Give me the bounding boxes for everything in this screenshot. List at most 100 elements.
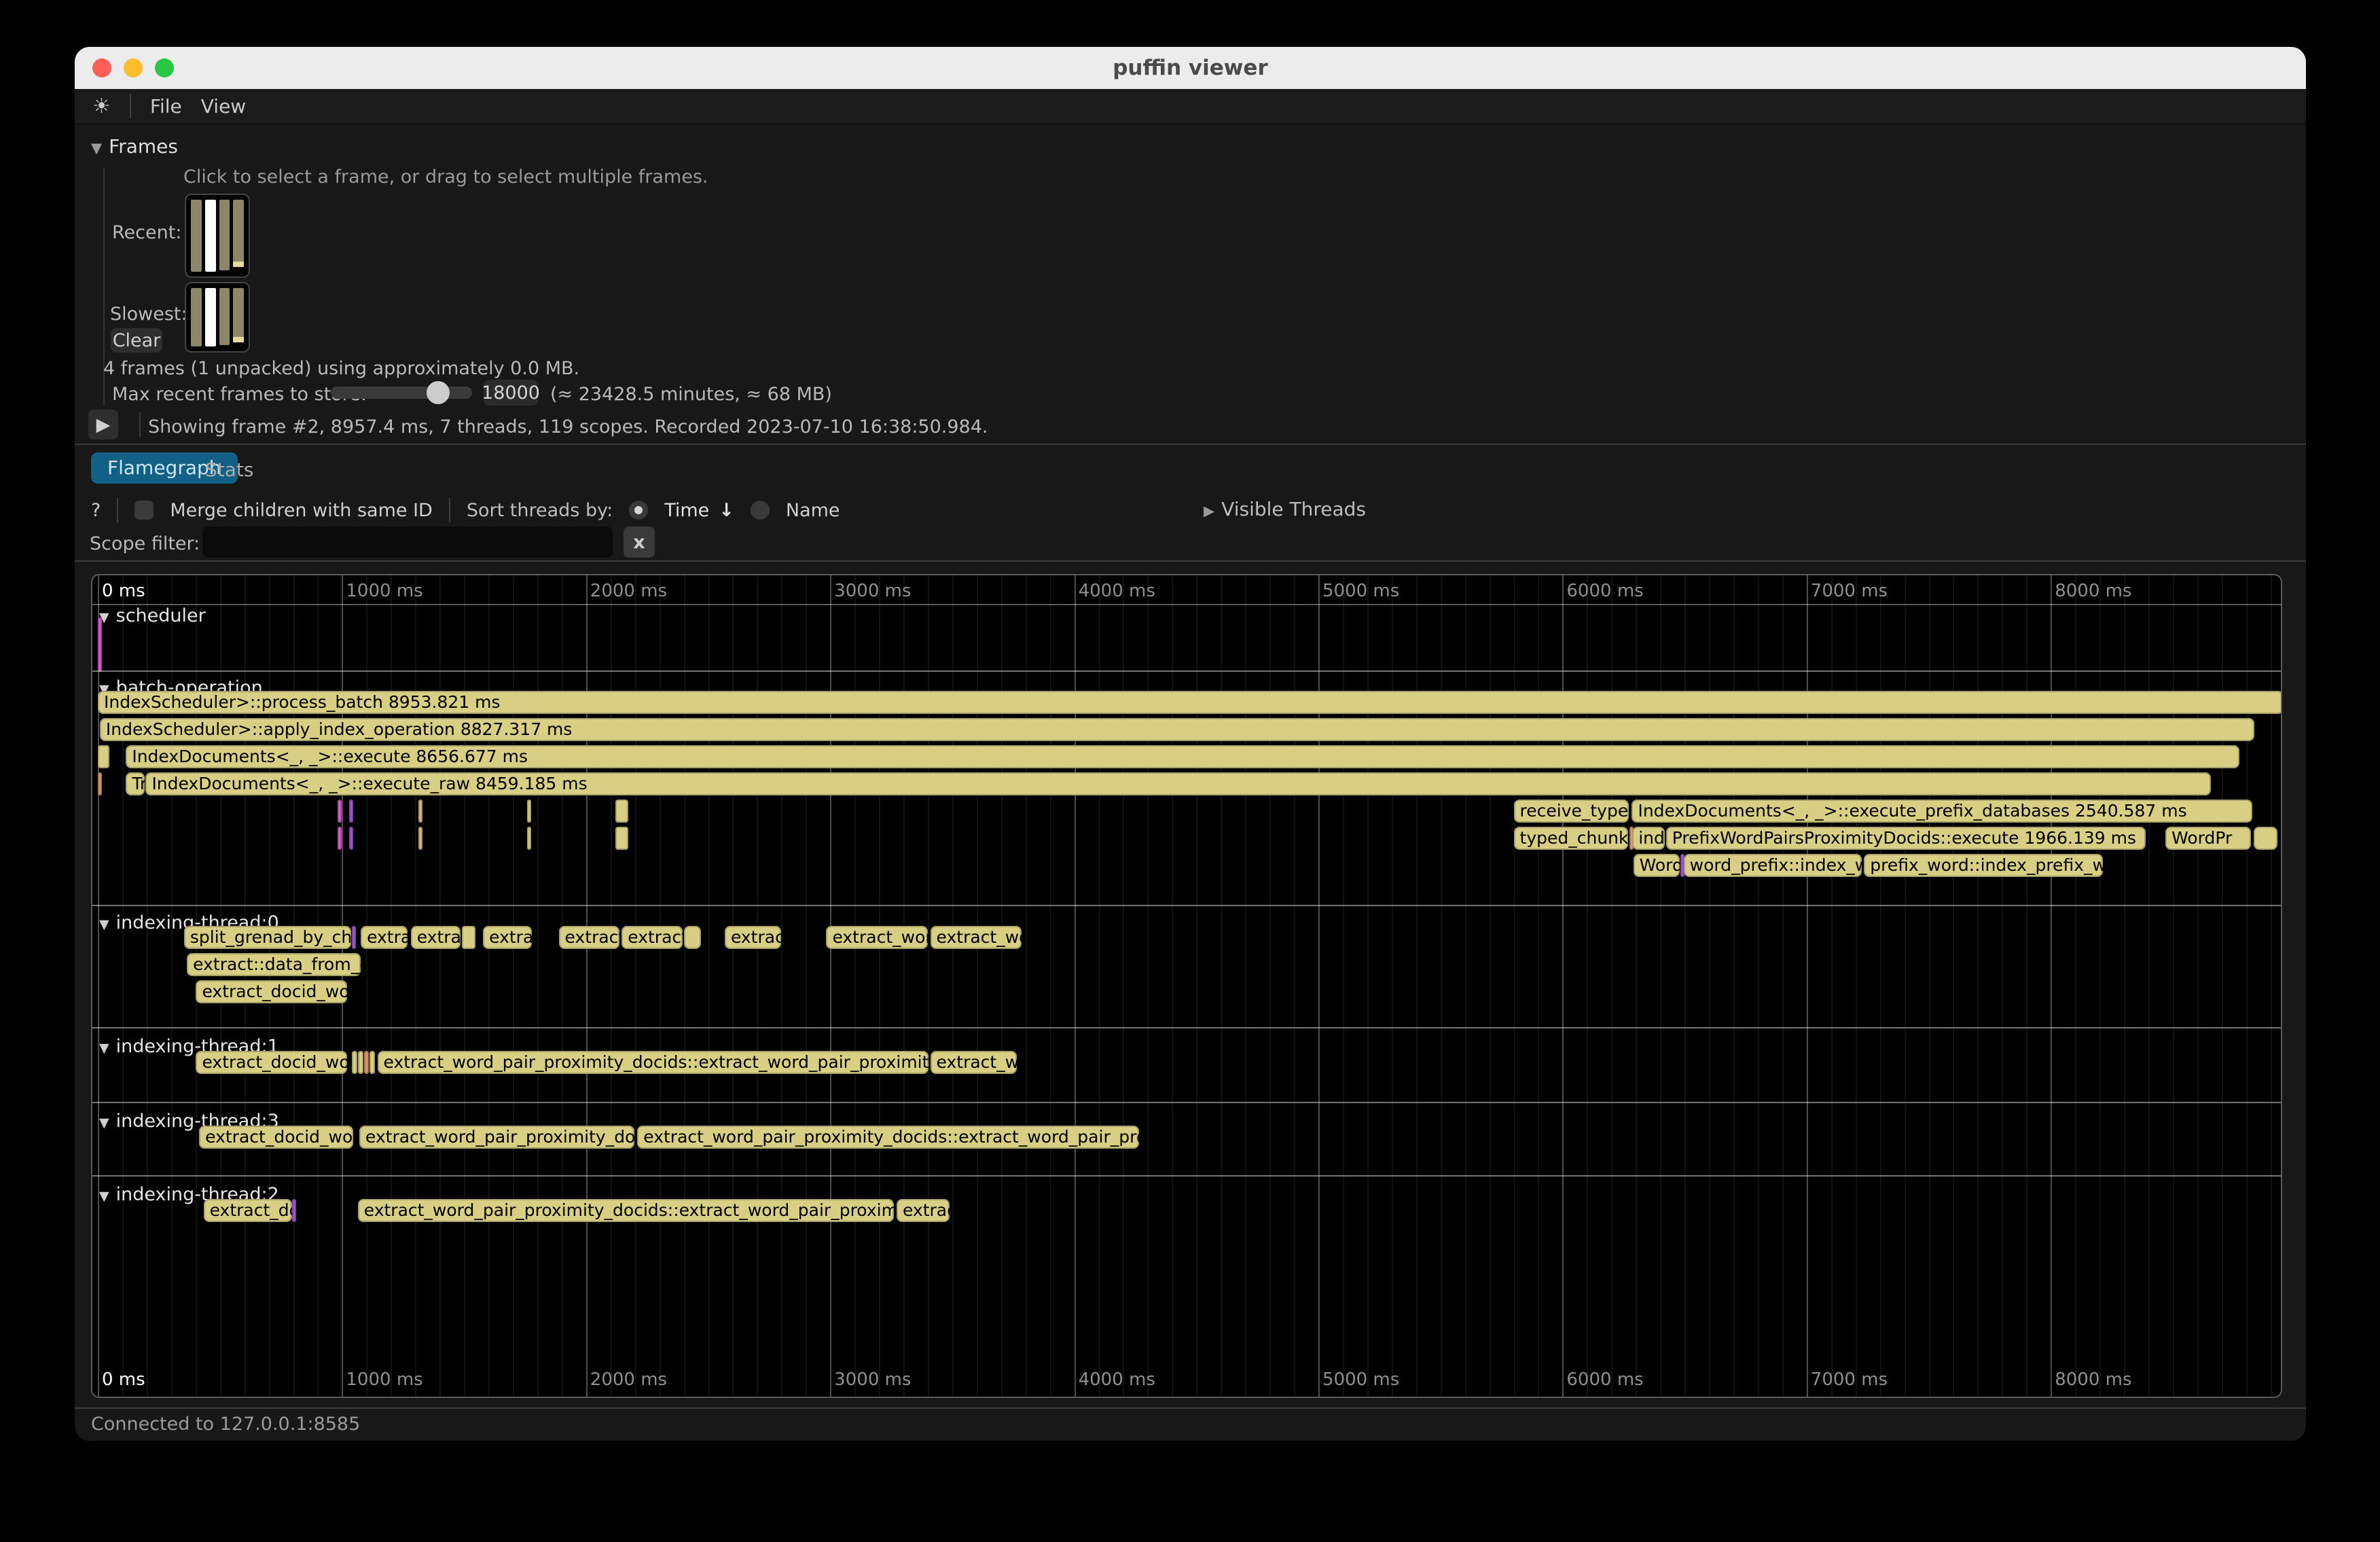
theme-toggle-icon[interactable]: ☀ <box>92 94 111 118</box>
scope-bar[interactable] <box>352 1051 357 1074</box>
sort-time-radio[interactable] <box>629 501 648 520</box>
scope-bar[interactable]: extract_docid_wor <box>196 980 347 1003</box>
scope-bar[interactable] <box>684 926 701 949</box>
scope-bar[interactable]: PrefixWordPairsProximityDocids::execute … <box>1666 827 2146 850</box>
menu-separator <box>130 94 131 118</box>
options-separator <box>117 498 118 522</box>
max-frames-note: (≈ 23428.5 minutes, ≈ 68 MB) <box>550 384 832 405</box>
scope-bar[interactable] <box>369 1051 375 1074</box>
sort-time-label[interactable]: Time <box>664 500 709 521</box>
max-frames-slider[interactable] <box>331 387 472 399</box>
scope-bar[interactable]: extract_docid_wor <box>196 1051 347 1074</box>
clear-button[interactable]: Clear <box>111 328 162 353</box>
frames-collapsing-header[interactable]: ▼Frames <box>91 135 178 158</box>
titlebar: puffin viewer <box>75 47 2306 89</box>
max-frames-slider-knob[interactable] <box>427 381 450 404</box>
frame-thumbnail-stripe <box>219 288 230 345</box>
scope-bar[interactable]: extrac <box>483 926 532 949</box>
thread-lane-separator <box>92 905 2281 906</box>
help-button[interactable]: ? <box>91 500 101 521</box>
scope-bar[interactable] <box>364 1051 368 1074</box>
scope-bar[interactable] <box>527 827 531 850</box>
scope-bar[interactable]: extrac <box>897 1199 950 1222</box>
scope-bar[interactable]: extra <box>411 926 461 949</box>
scope-bar[interactable] <box>292 1199 296 1222</box>
scope-bar[interactable]: extract_word_pair_proximity_docids::extr… <box>378 1051 929 1074</box>
sort-direction-arrow-icon[interactable]: ↓ <box>719 500 734 521</box>
sort-threads-label: Sort threads by: <box>467 500 613 521</box>
options-separator-2 <box>449 498 450 522</box>
scope-bar[interactable] <box>349 800 353 823</box>
max-frames-value[interactable]: 18000 <box>484 380 538 406</box>
scope-bar[interactable]: IndexDocuments<_, _>::execute_raw 8459.1… <box>145 772 2210 795</box>
recent-frame-thumbnail[interactable] <box>185 194 250 278</box>
scope-bar[interactable]: extract_word_pair_proximity_docids::extr… <box>637 1126 1139 1149</box>
scope-bar[interactable] <box>615 800 628 823</box>
scope-bar[interactable]: receive_typed_ <box>1514 800 1629 823</box>
scope-bar[interactable]: extract_word_pair_proximity_docids <box>359 1126 634 1149</box>
scope-bar[interactable] <box>418 827 422 850</box>
flamegraph-canvas[interactable]: 0 ms0 ms1000 ms1000 ms2000 ms2000 ms3000… <box>91 574 2282 1398</box>
menu-view[interactable]: View <box>201 95 246 118</box>
scope-bar[interactable] <box>338 800 342 823</box>
scope-bar[interactable] <box>98 617 102 672</box>
scope-bar[interactable]: extract_wo <box>931 1051 1017 1074</box>
sort-name-label[interactable]: Name <box>786 500 840 521</box>
scope-bar[interactable] <box>462 926 476 949</box>
scope-bar[interactable]: extract_wo <box>931 926 1022 949</box>
tab-stats[interactable]: Stats <box>205 459 253 481</box>
scope-bar[interactable]: extract_word_pair_proximity_docids::extr… <box>358 1199 895 1222</box>
scope-bar[interactable]: word_prefix::index_word_prefix_ <box>1684 854 1862 877</box>
scope-bar[interactable]: split_grenad_by_chun <box>184 926 351 949</box>
scope-bar[interactable]: typed_chunk::w <box>1514 827 1629 850</box>
scope-bar[interactable] <box>615 827 628 850</box>
scope-bar[interactable]: extract_word <box>826 926 928 949</box>
scope-bar[interactable]: IndexScheduler>::apply_index_operation 8… <box>100 718 2254 741</box>
axis-tick-label: 4000 ms <box>1079 581 1155 601</box>
visible-threads-header[interactable]: ▶Visible Threads <box>1204 498 1366 520</box>
scope-bar[interactable]: IndexDocuments<_, _>::execute_prefix_dat… <box>1631 800 2252 823</box>
scope-bar[interactable]: extract_doc <box>204 1199 292 1222</box>
play-button[interactable]: ▶ <box>88 410 118 440</box>
scope-bar[interactable] <box>2254 827 2277 850</box>
sort-name-radio[interactable] <box>751 501 770 520</box>
scope-bar[interactable]: IndexScheduler>::process_batch 8953.821 … <box>98 691 2282 714</box>
scope-bar[interactable] <box>418 800 422 823</box>
thread-lane-header[interactable]: ▼scheduler <box>99 605 206 626</box>
scope-bar[interactable] <box>358 1051 363 1074</box>
merge-children-checkbox[interactable] <box>134 501 154 520</box>
slowest-frame-thumbnail[interactable] <box>185 282 250 353</box>
scope-bar[interactable] <box>349 827 353 850</box>
scope-bar[interactable]: WordPr <box>2165 827 2251 850</box>
scope-bar[interactable] <box>352 926 356 949</box>
scope-bar[interactable]: IndexDocuments<_, _>::execute 8656.677 m… <box>126 745 2239 768</box>
merge-children-label[interactable]: Merge children with same ID <box>170 500 433 521</box>
scope-bar[interactable]: extract::data_from_ob <box>187 953 361 976</box>
thread-lane-separator <box>92 1175 2281 1177</box>
scope-bar[interactable] <box>98 772 102 795</box>
scope-bar[interactable]: index <box>1632 827 1665 850</box>
scope-bar[interactable] <box>527 800 531 823</box>
scope-bar[interactable]: prefix_word::index_prefix_wo <box>1864 854 2103 877</box>
frame-thumbnail-stripe <box>205 200 216 272</box>
slowest-label: Slowest: <box>110 304 187 325</box>
scope-bar[interactable]: Word <box>1634 854 1680 877</box>
frames-hint: Click to select a frame, or drag to sele… <box>183 166 708 187</box>
connection-status: Connected to 127.0.0.1:8585 <box>91 1414 360 1435</box>
scope-bar[interactable]: extract_docid_word <box>199 1126 353 1149</box>
thread-lane-separator <box>92 1102 2281 1103</box>
max-frames-label: Max recent frames to store: <box>112 384 367 405</box>
scope-bar[interactable]: extract <box>725 926 781 949</box>
scope-bar[interactable] <box>98 745 109 768</box>
triangle-down-icon: ▼ <box>99 917 109 932</box>
screen: puffin viewer ☀ File View ▼Frames Click … <box>0 0 2380 1542</box>
scope-bar[interactable]: extract_ <box>621 926 683 949</box>
scope-filter-input[interactable] <box>202 526 613 558</box>
scope-bar[interactable]: extract_ <box>559 926 619 949</box>
scope-bar[interactable]: Trans <box>126 772 145 795</box>
scope-bar[interactable] <box>338 827 342 850</box>
scope-bar[interactable]: extract <box>361 926 408 949</box>
scope-filter-clear-button[interactable]: x <box>624 526 655 558</box>
window-title: puffin viewer <box>75 47 2306 89</box>
menu-file[interactable]: File <box>150 95 182 118</box>
